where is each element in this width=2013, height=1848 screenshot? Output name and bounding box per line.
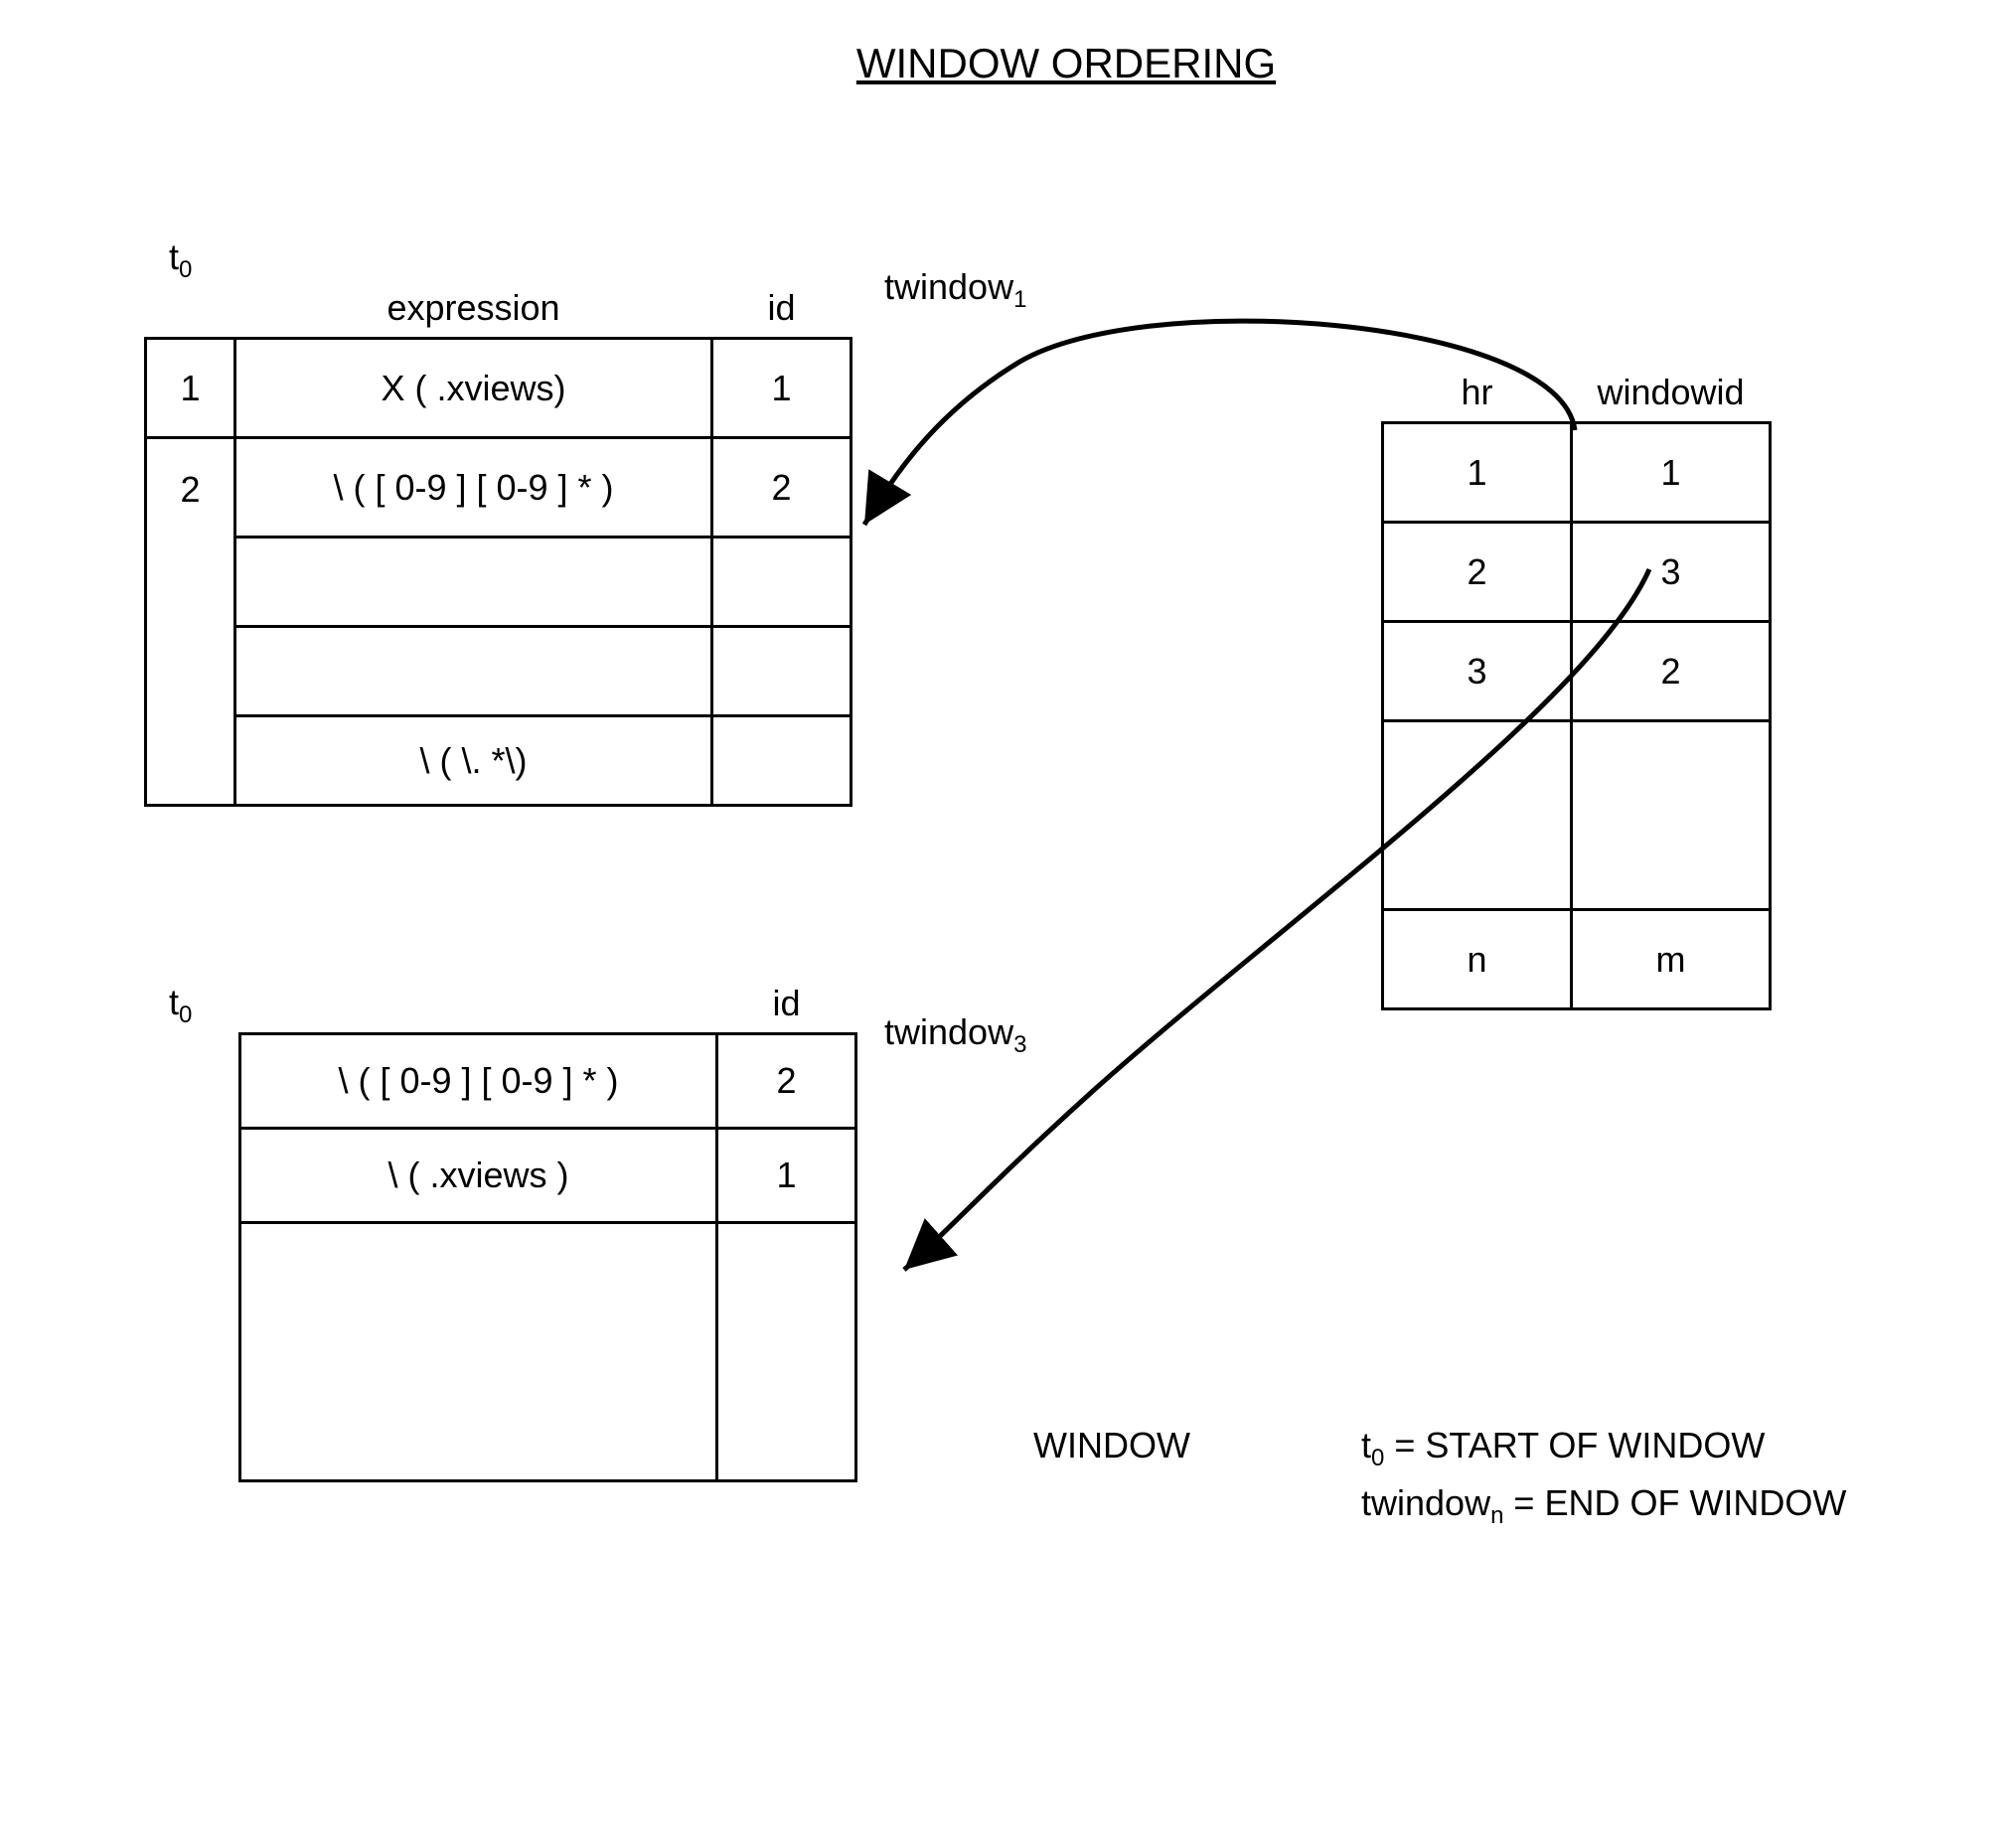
cell-expr-3 <box>235 538 712 627</box>
cell-id-2: 2 <box>712 438 852 538</box>
cell3-hr-n: n <box>1383 910 1572 1009</box>
cell-id-5 <box>712 716 852 806</box>
table-window-1: expression id 1 X ( .xviews) 1 2 \ ( [ 0… <box>144 286 852 807</box>
cell2-id-blank <box>717 1223 856 1481</box>
cell3-hr-2: 2 <box>1383 523 1572 622</box>
cell3-wid-m: m <box>1572 910 1771 1009</box>
cell3-hr-blank <box>1383 721 1572 910</box>
cell-t-2: 2 <box>146 438 235 806</box>
cell2-expr-1: \ ( [ 0-9 ] [ 0-9 ] * ) <box>240 1034 717 1129</box>
cell3-hr-3: 3 <box>1383 622 1572 721</box>
col-header-hr: hr <box>1383 371 1572 423</box>
cell-id-3 <box>712 538 852 627</box>
cell3-hr-1: 1 <box>1383 423 1572 523</box>
table-hr-windowid: hr windowid 1 1 2 3 3 2 n m <box>1381 371 1772 1010</box>
col-header-expression: expression <box>235 286 712 339</box>
col-header-id: id <box>712 286 852 339</box>
cell3-wid-2: 3 <box>1572 523 1771 622</box>
t0-label-1: t0 <box>169 236 192 284</box>
twindow1-label: twindow1 <box>884 266 1026 314</box>
legend-window: WINDOW <box>1033 1419 1190 1472</box>
cell2-expr-blank <box>240 1223 717 1481</box>
cell2-expr-2: \ ( .xviews ) <box>240 1129 717 1223</box>
legend-line-1: t0 = START OF WINDOW <box>1361 1419 1846 1476</box>
legend-line-2: twindown = END OF WINDOW <box>1361 1476 1846 1534</box>
cell2-id-2: 1 <box>717 1129 856 1223</box>
cell-expr-2: \ ( [ 0-9 ] [ 0-9 ] * ) <box>235 438 712 538</box>
cell-id-4 <box>712 627 852 716</box>
diagram-area: t0 expression id 1 X ( .xviews) 1 2 \ ( … <box>40 227 1973 1816</box>
t0-label-2: t0 <box>169 982 192 1029</box>
table-window-3: id \ ( [ 0-9 ] [ 0-9 ] * ) 2 \ ( .xviews… <box>238 982 857 1482</box>
cell-expr-1: X ( .xviews) <box>235 339 712 438</box>
col-header-id-2: id <box>717 982 856 1034</box>
legend-text: t0 = START OF WINDOW twindown = END OF W… <box>1361 1419 1846 1534</box>
cell-t-1: 1 <box>146 339 235 438</box>
cell-expr-5: \ ( \. *\) <box>235 716 712 806</box>
cell2-id-1: 2 <box>717 1034 856 1129</box>
col-header-windowid: windowid <box>1572 371 1771 423</box>
cell3-wid-3: 2 <box>1572 622 1771 721</box>
diagram-title: WINDOW ORDERING <box>159 40 1973 87</box>
cell3-wid-1: 1 <box>1572 423 1771 523</box>
cell3-wid-blank <box>1572 721 1771 910</box>
cell-id-1: 1 <box>712 339 852 438</box>
twindow3-label: twindow3 <box>884 1011 1026 1059</box>
cell-expr-4 <box>235 627 712 716</box>
